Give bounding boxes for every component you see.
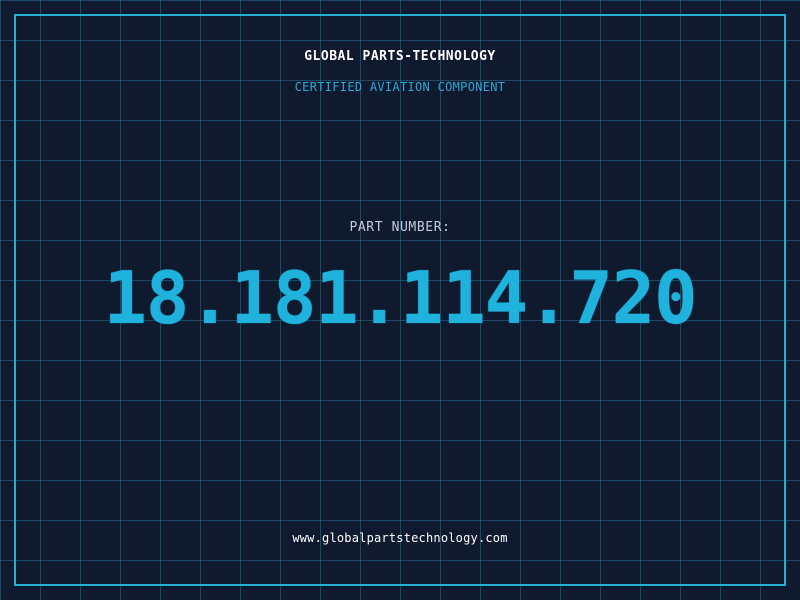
part-number-label: PART NUMBER: <box>349 220 451 235</box>
brand-title: GLOBAL PARTS-TECHNOLOGY <box>304 49 496 64</box>
website-url: www.globalpartstechnology.com <box>292 531 508 545</box>
part-label-card: GLOBAL PARTS-TECHNOLOGY CERTIFIED AVIATI… <box>0 0 800 600</box>
certification-subtitle: CERTIFIED AVIATION COMPONENT <box>294 80 506 94</box>
part-number-value: 18.181.114.720 <box>103 256 698 340</box>
